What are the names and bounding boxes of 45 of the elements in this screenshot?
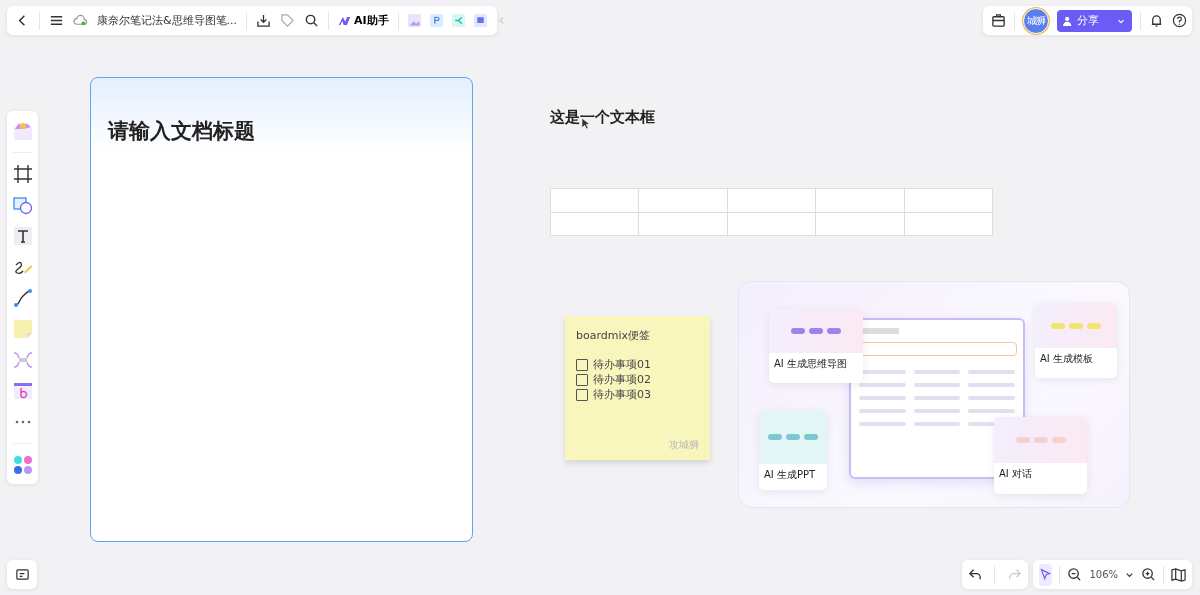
todo-label: 待办事项01 (593, 357, 651, 372)
shapes-icon[interactable] (12, 194, 33, 215)
apps-icon[interactable] (12, 454, 33, 475)
checkbox[interactable] (576, 373, 588, 386)
map-icon[interactable] (1171, 567, 1186, 582)
feature-label: AI 生成思维导图 (773, 357, 848, 372)
embed-icon[interactable] (12, 380, 33, 401)
document-frame[interactable]: 请输入文档标题 (90, 77, 473, 542)
share-button[interactable]: 分享 (1057, 9, 1132, 32)
presentation-icon[interactable] (429, 14, 443, 27)
zoom-level[interactable]: 106% (1089, 569, 1118, 580)
user-avatar[interactable]: 城狮 (1023, 7, 1049, 34)
user-icon (1063, 15, 1073, 26)
text-tool-icon[interactable] (12, 225, 33, 246)
connector-icon[interactable] (12, 287, 33, 308)
minimap-button[interactable] (7, 560, 37, 589)
zoom-in-icon[interactable] (1141, 567, 1156, 582)
checkbox[interactable] (576, 358, 588, 371)
preview-drawing (759, 410, 827, 465)
feature-label: AI 生成模板 (1039, 352, 1094, 366)
search-icon[interactable] (304, 13, 320, 28)
document-title[interactable]: 康奈尔笔记法&思维导图笔... (97, 13, 238, 28)
feature-label: AI 对话 (998, 467, 1033, 482)
cloud-icon (73, 13, 88, 28)
chat-icon[interactable] (473, 14, 487, 27)
bell-icon[interactable] (1149, 13, 1164, 28)
pointer-cursor-icon (581, 117, 590, 130)
frame-icon[interactable] (12, 163, 33, 184)
ai-logo-icon (338, 15, 352, 26)
ai-assistant-button[interactable]: AI助手 (338, 13, 389, 28)
toolbox-icon[interactable] (991, 13, 1006, 28)
menu-icon[interactable] (49, 13, 64, 28)
todo-label: 待办事项03 (593, 387, 651, 402)
zoom-out-icon[interactable] (1067, 567, 1083, 582)
sticky-title: boardmix便签 (576, 328, 652, 343)
caret-icon[interactable] (1125, 570, 1134, 579)
text-box[interactable]: 这是一个文本框 (550, 108, 655, 127)
undo-icon[interactable] (967, 567, 983, 582)
checkbox[interactable] (576, 388, 588, 401)
feature-label: AI 生成PPT (763, 468, 817, 483)
select-tool[interactable] (1039, 563, 1053, 586)
document-title-placeholder[interactable]: 请输入文档标题 (108, 117, 472, 145)
help-icon[interactable] (1172, 13, 1187, 28)
download-icon[interactable] (256, 13, 272, 28)
todo-label: 待办事项02 (593, 372, 651, 387)
